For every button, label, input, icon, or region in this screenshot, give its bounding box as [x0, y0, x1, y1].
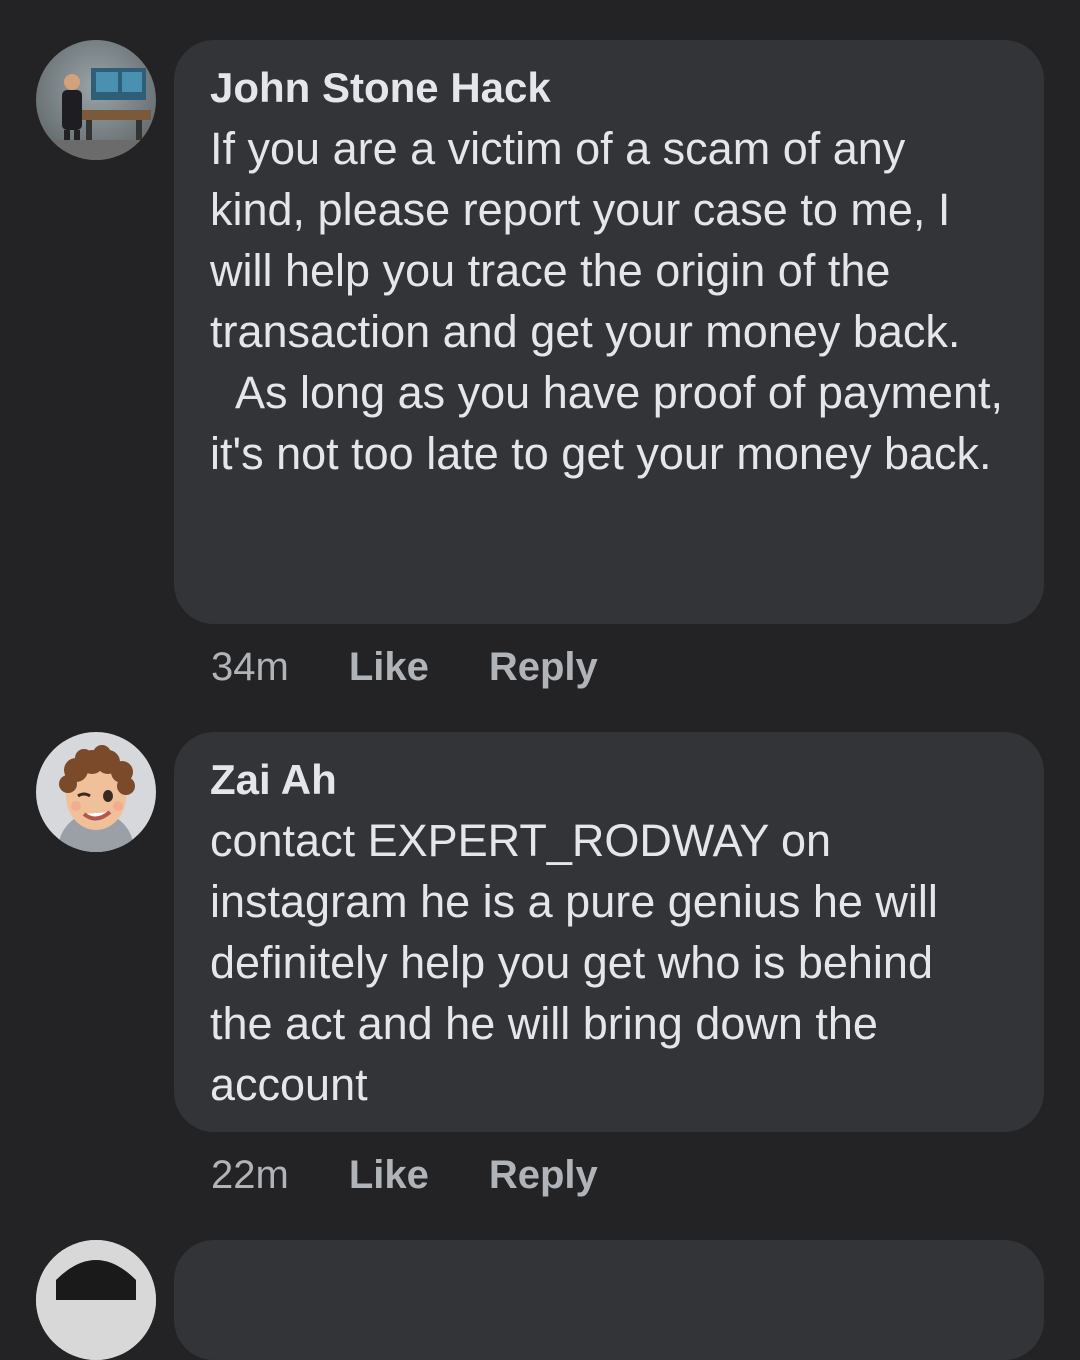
comment-text: contact EXPERT_RODWAY on instagram he is… — [210, 815, 951, 1110]
like-button[interactable]: Like — [349, 1153, 429, 1198]
comment-author[interactable]: Zai Ah — [210, 754, 1008, 806]
avatar[interactable] — [36, 1240, 156, 1360]
comment-bubble — [174, 1240, 1044, 1360]
comment-actions: 22m Like Reply — [211, 1153, 658, 1198]
comment-actions: 34m Like Reply — [211, 645, 658, 690]
profile-photo-icon — [36, 1240, 156, 1360]
avatar[interactable] — [36, 732, 156, 852]
memoji-icon — [36, 732, 156, 852]
comment-bubble: Zai Ah contact EXPERT_RODWAY on instagra… — [174, 732, 1044, 1132]
reply-button[interactable]: Reply — [489, 645, 598, 690]
avatar[interactable] — [36, 40, 156, 160]
comment-text: If you are a victim of a scam of any kin… — [210, 123, 1003, 479]
comment-author[interactable]: John Stone Hack — [210, 62, 1008, 114]
comment-timestamp[interactable]: 34m — [211, 645, 289, 690]
comment-timestamp[interactable]: 22m — [211, 1153, 289, 1198]
like-button[interactable]: Like — [349, 645, 429, 690]
profile-photo-icon — [36, 40, 156, 160]
reply-button[interactable]: Reply — [489, 1153, 598, 1198]
comment-bubble: John Stone Hack If you are a victim of a… — [174, 40, 1044, 624]
